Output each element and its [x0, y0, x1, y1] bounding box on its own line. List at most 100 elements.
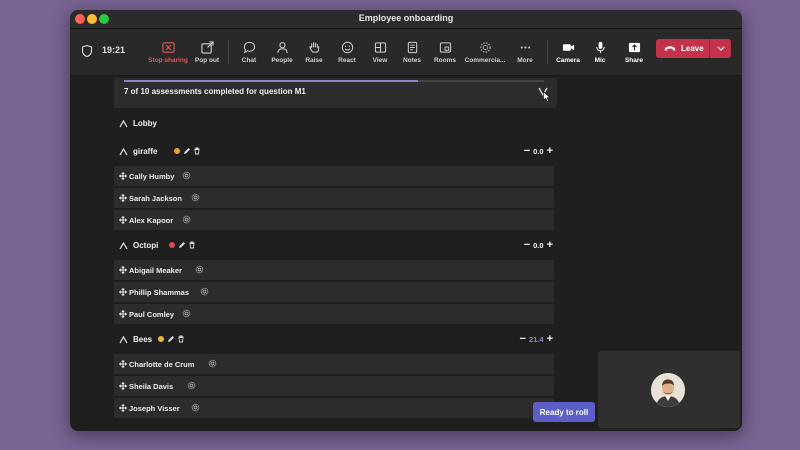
drag-move-icon[interactable] [119, 288, 127, 296]
drag-move-icon[interactable] [119, 172, 127, 180]
increment-score-button[interactable]: + [547, 240, 553, 251]
lobby-title: Lobby [133, 119, 157, 128]
pencil-icon[interactable] [167, 335, 175, 343]
mic-label: Mic [594, 57, 606, 64]
react-button[interactable]: React [334, 29, 360, 76]
commercial-app-button[interactable]: Commercia... [463, 29, 507, 76]
group-header-1[interactable]: Octopi −0.0 + [114, 238, 557, 256]
pencil-icon[interactable] [183, 147, 191, 155]
stop-sharing-button[interactable]: Stop sharing [148, 29, 188, 76]
participant-name: Phillip Shammas [129, 288, 190, 297]
raise-label: Raise [305, 57, 323, 64]
drag-move-icon[interactable] [119, 382, 127, 390]
trash-icon[interactable] [177, 335, 185, 343]
decrement-score-button[interactable]: − [524, 146, 530, 157]
chat-icon [243, 41, 255, 54]
drag-move-icon[interactable] [119, 404, 127, 412]
rooms-button[interactable]: Rooms [432, 29, 458, 76]
decrement-score-button[interactable]: − [520, 334, 526, 345]
share-screen-icon [628, 42, 640, 53]
ready-to-roll-button[interactable]: Ready to roll [533, 402, 595, 422]
mic-button[interactable]: Mic [588, 29, 612, 76]
participant-row[interactable]: Paul Comley [114, 304, 554, 324]
increment-score-button[interactable]: + [547, 146, 553, 157]
participant-row[interactable]: Phillip Shammas [114, 282, 554, 302]
caret-up-icon[interactable] [119, 242, 128, 250]
settings-gear-icon[interactable] [182, 309, 191, 318]
participant-name: Joseph Visser [129, 404, 180, 413]
people-icon [276, 42, 288, 54]
decrement-score-button[interactable]: − [524, 240, 530, 251]
settings-gear-icon[interactable] [187, 381, 196, 390]
settings-gear-icon[interactable] [191, 193, 200, 202]
leave-button-group: Leave [656, 39, 731, 58]
stop-sharing-label: Stop sharing [148, 57, 188, 64]
participant-name: Alex Kapoor [129, 216, 174, 225]
participant-row[interactable]: Charlotte de Crum [114, 354, 554, 374]
participant-row[interactable]: Sarah Jackson [114, 188, 554, 208]
share-label: Share [624, 57, 644, 64]
caret-up-icon[interactable] [119, 120, 128, 128]
shield-icon[interactable] [82, 45, 92, 57]
chat-button[interactable]: Chat [236, 29, 262, 76]
drag-move-icon[interactable] [119, 310, 127, 318]
participant-row[interactable]: Sheila Davis [114, 376, 554, 396]
group-header-0[interactable]: giraffe −0.0 + [114, 144, 557, 162]
toolbar-divider [547, 40, 548, 64]
settings-gear-icon[interactable] [182, 171, 191, 180]
group-emoji-icon [174, 148, 181, 154]
rooms-icon [439, 42, 451, 53]
pop-out-label: Pop out [194, 57, 220, 64]
settings-gear-icon[interactable] [208, 359, 217, 368]
people-button[interactable]: People [267, 29, 297, 76]
leave-options-button[interactable] [710, 39, 731, 58]
title-bar: Employee onboarding [70, 10, 742, 29]
drag-move-icon[interactable] [119, 216, 127, 224]
commercial-label: Commercia... [464, 57, 506, 64]
group-icons [173, 147, 201, 155]
group-score: −0.0 + [524, 240, 553, 251]
caret-up-icon[interactable] [119, 336, 128, 344]
pencil-icon[interactable] [178, 241, 186, 249]
drag-move-icon[interactable] [119, 360, 127, 368]
participant-avatar [651, 373, 685, 407]
notes-button[interactable]: Notes [400, 29, 424, 76]
leave-button[interactable]: Leave [656, 39, 709, 58]
self-video-tile[interactable] [598, 351, 740, 428]
participant-row[interactable]: Abigail Meaker [114, 260, 554, 280]
drag-move-icon[interactable] [119, 266, 127, 274]
group-icons [168, 241, 196, 249]
settings-gear-icon[interactable] [191, 403, 200, 412]
participant-name: Cally Humby [129, 172, 175, 181]
settings-gear-icon[interactable] [200, 287, 209, 296]
drag-move-icon[interactable] [119, 194, 127, 202]
view-button[interactable]: View [368, 29, 392, 76]
settings-gear-icon[interactable] [182, 215, 191, 224]
caret-up-icon[interactable] [119, 148, 128, 156]
group-header-2[interactable]: Bees −21.4 + [114, 332, 557, 350]
trash-icon[interactable] [193, 147, 201, 155]
share-button[interactable]: Share [621, 29, 647, 76]
more-button[interactable]: More [513, 29, 537, 76]
participant-row[interactable]: Joseph Visser [114, 398, 554, 418]
trash-icon[interactable] [188, 241, 196, 249]
notes-icon [407, 41, 417, 54]
more-label: More [517, 57, 533, 64]
smiley-icon [341, 41, 353, 54]
raise-hand-button[interactable]: Raise [301, 29, 327, 76]
increment-score-button[interactable]: + [547, 334, 553, 345]
chevron-down-icon [716, 46, 725, 51]
participant-name: Sarah Jackson [129, 194, 182, 203]
participant-row[interactable]: Alex Kapoor [114, 210, 554, 230]
participant-name: Paul Comley [129, 310, 175, 319]
lobby-section-header[interactable]: Lobby [114, 116, 557, 134]
pop-out-button[interactable]: Pop out [192, 29, 222, 76]
chat-label: Chat [241, 57, 257, 64]
participant-row[interactable]: Cally Humby [114, 166, 554, 186]
hang-up-phone-icon [664, 46, 676, 51]
settings-gear-icon[interactable] [195, 265, 204, 274]
group-score-value: 21.4 [528, 334, 544, 344]
camera-button[interactable]: Camera [554, 29, 582, 76]
view-grid-icon [374, 42, 386, 53]
mouse-pointer-icon [543, 91, 551, 102]
